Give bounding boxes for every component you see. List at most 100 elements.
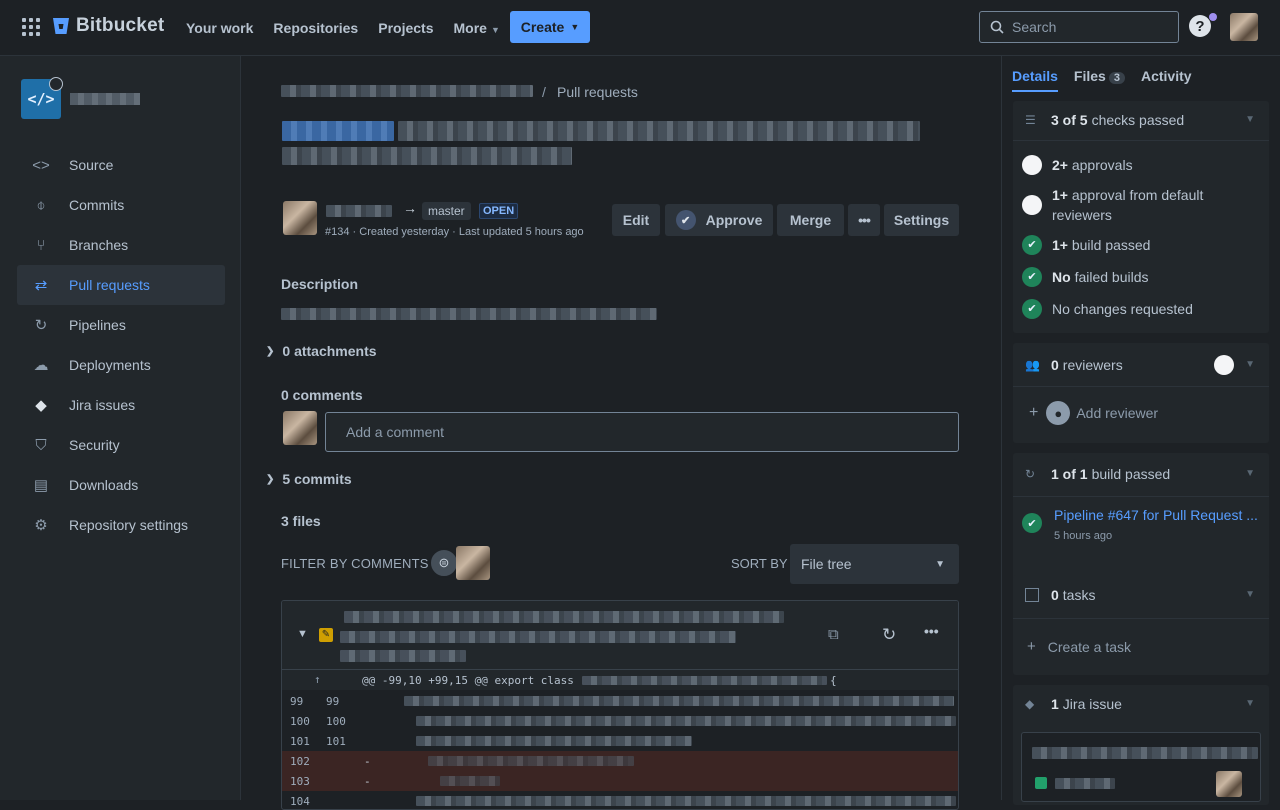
add-comment-input[interactable]: Add a comment [325,412,959,452]
checks-count: 3 of 5 [1051,112,1088,128]
author-avatar[interactable] [283,201,317,235]
pending-check-icon [1022,195,1042,215]
create-label: Create [520,19,565,35]
nav-projects[interactable]: Projects [368,20,443,36]
check-item-bold: 1+ [1052,187,1068,203]
chevron-down-icon[interactable]: ▼ [1245,359,1255,370]
app-switcher-icon[interactable] [22,18,40,36]
lock-icon [49,77,63,91]
nav-repositories[interactable]: Repositories [263,20,368,36]
sidebar-item-downloads[interactable]: ▤ Downloads [17,465,225,505]
attachments-toggle[interactable]: ❯ 0 attachments [266,343,377,359]
more-actions-button[interactable]: ••• [848,204,880,236]
tab-details[interactable]: Details [1012,68,1058,92]
notification-dot [1209,13,1217,21]
checks-header[interactable]: ☰ 3 of 5 checks passed [1025,110,1184,130]
add-reviewer-label: Add reviewer [1076,405,1159,421]
chevron-down-icon[interactable]: ▼ [1245,468,1255,479]
search-input[interactable]: Search [979,11,1179,43]
user-avatar[interactable] [1230,13,1258,41]
create-task-button[interactable]: + Create a task [1027,638,1131,655]
jira-issue-card[interactable] [1021,732,1261,802]
sidebar-item-branches[interactable]: ⑂ Branches [17,225,225,265]
chevron-right-icon: ❯ [266,345,275,357]
files-count-badge: 3 [1108,72,1125,84]
chevron-down-icon: ▼ [490,25,500,35]
people-icon: 👥 [1025,358,1040,372]
check-item: 1+ approval from default reviewers [1022,185,1242,225]
new-line-number: 101 [326,735,346,748]
details-panel: Details Files 3 Activity ☰ 3 of 5 checks p… [1001,56,1280,805]
builds-header[interactable]: ↻ 1 of 1 build passed [1025,464,1170,484]
nav-more-label: More [453,20,487,36]
reviewers-label: reviewers [1062,357,1123,373]
create-button[interactable]: Create ▼ [510,11,590,43]
tab-files[interactable]: Files 3 [1074,68,1125,92]
person-icon: ● [1046,401,1071,425]
check-item-text: 1+ build passed [1052,235,1150,255]
check-item-text: No failed builds [1052,267,1149,287]
merge-button[interactable]: Merge [777,204,844,236]
jira-count: 1 [1051,696,1059,712]
pipeline-link[interactable]: Pipeline #647 for Pull Request ... [1054,507,1259,523]
modified-file-icon: ✎ [319,628,333,642]
tasks-label: tasks [1062,587,1096,603]
sort-select[interactable]: File tree ▼ [790,544,959,584]
shield-icon: ⛉ [35,436,47,454]
expand-up-icon[interactable]: ↑ [314,673,321,686]
filter-user-avatar[interactable] [456,546,490,580]
check-icon: ✔ [675,210,696,230]
more-icon[interactable]: ••• [924,623,939,639]
pending-check-icon [1022,155,1042,175]
description-heading: Description [281,276,359,292]
nav-more[interactable]: More ▼ [443,20,509,36]
reviewers-header[interactable]: 👥 0 reviewers [1025,355,1123,375]
arrow-right-icon: → [403,200,417,216]
add-reviewer-button[interactable]: + ● Add reviewer [1029,401,1158,425]
file-path-redacted[interactable] [344,611,784,623]
sort-value: File tree [801,556,852,572]
approve-button[interactable]: ✔ Approve [665,204,773,236]
source-branch-redacted [326,205,392,217]
chevron-down-icon[interactable]: ▼ [1245,114,1255,125]
tab-activity[interactable]: Activity [1141,68,1192,92]
sidebar-item-deployments[interactable]: ☁ Deployments [17,345,225,385]
nav-your-work[interactable]: Your work [176,20,263,36]
comment-filter-icon[interactable]: ⊜ [429,548,459,578]
breadcrumb-redacted[interactable] [281,85,533,97]
file-diff-header: ▼ ✎ ⧉ ↻ ••• [282,601,958,670]
sidebar-item-commits[interactable]: ⌽ Commits [17,185,225,225]
sidebar-item-source[interactable]: <> Source [17,145,225,185]
sidebar-item-label: Pipelines [69,317,126,333]
build-passed-icon: ✔ [1022,513,1042,533]
tab-files-label: Files [1073,68,1106,84]
sidebar-item-pull-requests[interactable]: ⇄ Pull requests [17,265,225,305]
copy-icon[interactable]: ⧉ [828,626,839,643]
attachments-label: 0 attachments [282,343,377,359]
check-item-rest: approval from default reviewers [1052,187,1204,223]
edit-button[interactable]: Edit [612,204,660,236]
tasks-header[interactable]: 0 tasks [1025,585,1095,605]
sidebar-item-security[interactable]: ⛉ Security [17,425,225,465]
diff-sign: - [364,755,371,768]
chevron-down-icon[interactable]: ▼ [1245,589,1255,600]
help-icon[interactable]: ? [1189,15,1211,37]
check-item-text: No changes requested [1052,301,1193,317]
collapse-chevron-icon[interactable]: ▼ [297,628,308,640]
bitbucket-logo[interactable]: Bitbucket [52,15,164,37]
new-line-number: 99 [326,695,340,708]
repository-name-redacted[interactable] [70,93,140,105]
sidebar-item-pipelines[interactable]: ↻ Pipelines [17,305,225,345]
sidebar-item-jira-issues[interactable]: ◆ Jira issues [17,385,225,425]
cloud-upload-icon: ☁ [33,357,49,374]
approve-label: Approve [705,212,763,228]
settings-button[interactable]: Settings [884,204,959,236]
search-icon [990,20,1004,34]
sidebar-item-repository-settings[interactable]: ⚙ Repository settings [17,505,225,545]
jira-header[interactable]: ◆ 1 Jira issue [1025,694,1122,714]
old-line-number: 99 [290,695,304,708]
breadcrumb-pull-requests[interactable]: Pull requests [557,84,638,100]
chevron-down-icon[interactable]: ▼ [1245,698,1255,709]
add-comment-icon[interactable]: ↻ [882,625,896,645]
commits-toggle[interactable]: ❯ 5 commits [266,471,352,487]
